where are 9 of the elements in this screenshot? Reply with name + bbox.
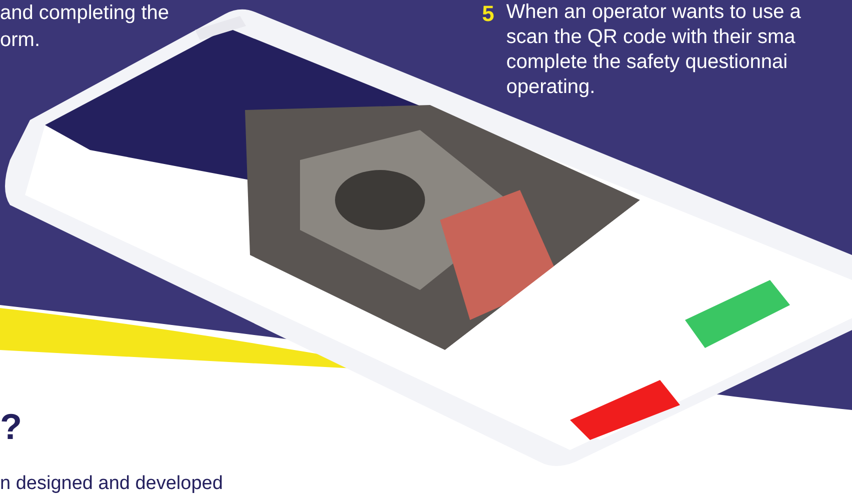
step-text: When an operator wants to use a — [506, 0, 801, 25]
section-text: n designed and developed — [0, 472, 223, 495]
section-heading: ? — [0, 405, 22, 449]
intro-text: orm. — [0, 28, 41, 53]
step-text: operating. — [506, 75, 596, 100]
intro-text: and completing the — [0, 1, 170, 26]
step-text: complete the safety questionnai — [506, 50, 789, 75]
step-number: 5 — [482, 0, 494, 28]
step-text: scan the QR code with their sma — [506, 25, 796, 50]
